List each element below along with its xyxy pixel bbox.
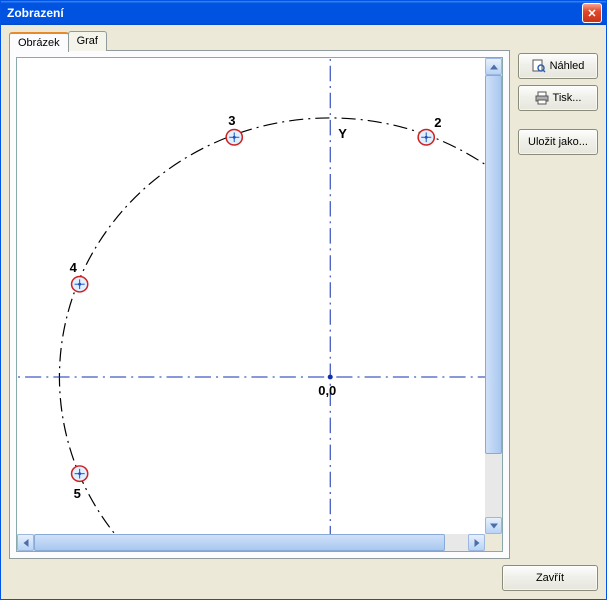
tab-image[interactable]: Obrázek <box>9 32 69 52</box>
tab-graph[interactable]: Graf <box>68 31 107 51</box>
save-as-button[interactable]: Uložit jako... <box>518 129 598 155</box>
tab-graph-label: Graf <box>77 35 98 47</box>
tab-page: 0,0 Y 2 3 4 5 <box>9 50 510 559</box>
client-area: Obrázek Graf 0,0 Y 2 3 <box>1 25 606 599</box>
printer-icon <box>535 91 549 105</box>
tab-image-label: Obrázek <box>18 37 60 49</box>
tab-bar: Obrázek Graf <box>9 31 510 51</box>
vertical-scrollbar[interactable] <box>485 58 502 534</box>
preview-label: Náhled <box>550 60 585 72</box>
chevron-down-icon <box>490 523 498 528</box>
top-area: Obrázek Graf 0,0 Y 2 3 <box>9 31 598 559</box>
close-button[interactable]: Zavřít <box>502 565 598 591</box>
titlebar[interactable]: Zobrazení ✕ <box>1 1 606 25</box>
display-window: Zobrazení ✕ Obrázek Graf <box>0 0 607 600</box>
origin-label: 0,0 <box>318 383 336 398</box>
window-close-button[interactable]: ✕ <box>582 3 602 23</box>
canvas-frame: 0,0 Y 2 3 4 5 <box>16 57 503 552</box>
scroll-right-button[interactable] <box>468 534 485 551</box>
chevron-left-icon <box>23 539 28 547</box>
point-label-3: 3 <box>228 113 235 128</box>
drawing-canvas[interactable]: 0,0 Y 2 3 4 5 <box>17 58 502 551</box>
chevron-up-icon <box>490 64 498 69</box>
print-label: Tisk... <box>553 92 582 104</box>
drawing-svg <box>17 58 502 551</box>
close-label: Zavřít <box>536 572 564 584</box>
scroll-left-button[interactable] <box>17 534 34 551</box>
preview-button[interactable]: Náhled <box>518 53 598 79</box>
scroll-down-button[interactable] <box>485 517 502 534</box>
chevron-right-icon <box>474 539 479 547</box>
horizontal-scroll-thumb[interactable] <box>34 534 445 551</box>
magnifier-icon <box>532 59 546 73</box>
scroll-corner <box>485 534 502 551</box>
left-column: Obrázek Graf 0,0 Y 2 3 <box>9 31 510 559</box>
close-icon: ✕ <box>587 7 596 20</box>
save-as-label: Uložit jako... <box>528 136 588 148</box>
print-button[interactable]: Tisk... <box>518 85 598 111</box>
vertical-scroll-thumb[interactable] <box>485 75 502 454</box>
y-axis-label: Y <box>338 126 347 141</box>
scroll-up-button[interactable] <box>485 58 502 75</box>
horizontal-scrollbar[interactable] <box>17 534 485 551</box>
window-title: Zobrazení <box>7 6 582 20</box>
point-label-5: 5 <box>74 486 81 501</box>
right-column: Náhled Tisk... Uložit jako... <box>518 31 598 559</box>
point-label-4: 4 <box>70 260 77 275</box>
bottom-bar: Zavřít <box>9 565 598 591</box>
point-label-2: 2 <box>434 115 441 130</box>
